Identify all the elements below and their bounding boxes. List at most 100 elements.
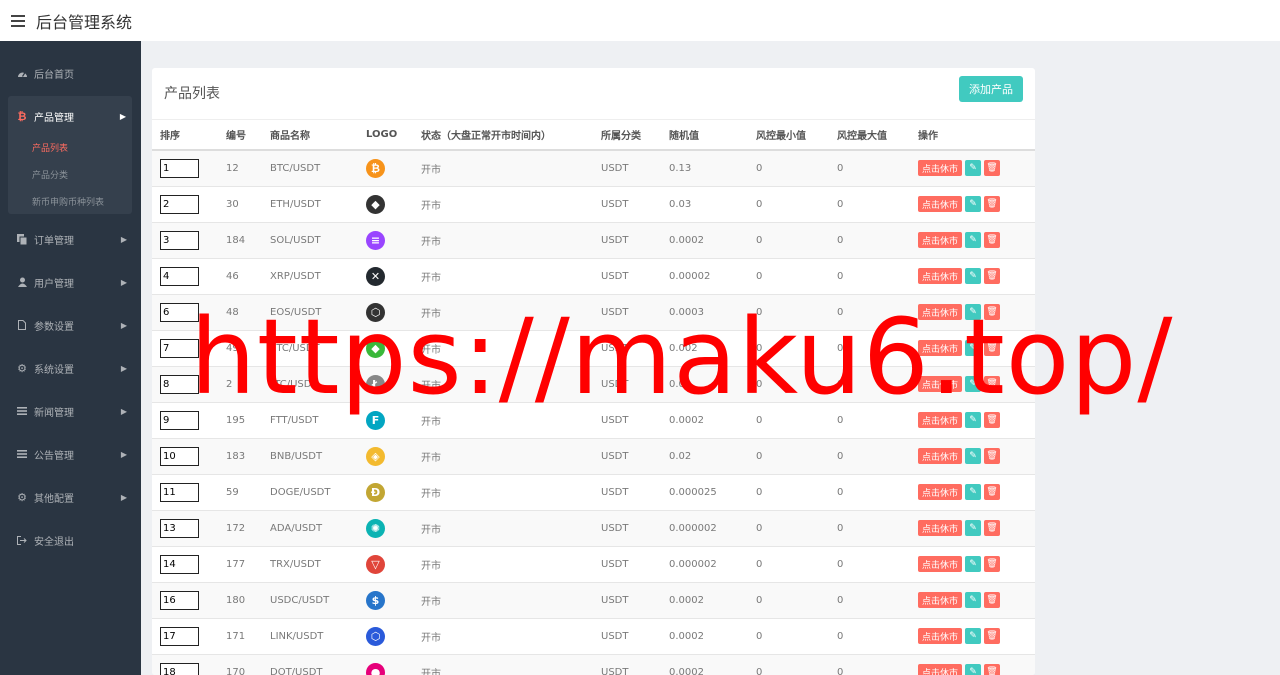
edit-icon[interactable]: ✎ [965,232,982,248]
risk-min-cell: 0 [756,293,837,330]
gear-icon: ⚙ [17,490,27,504]
sidebar-item-label: 订单管理 [34,235,74,247]
sidebar-item-users[interactable]: 用户管理 ▶ [0,267,141,297]
delete-icon[interactable]: 🗑 [984,556,1001,572]
sort-input[interactable] [160,446,199,466]
sidebar-item-logout[interactable]: 安全退出 [0,525,141,555]
delete-icon[interactable]: 🗑 [984,196,1001,212]
menu-toggle-icon[interactable] [11,14,25,27]
delete-icon[interactable]: 🗑 [984,340,1001,356]
delete-icon[interactable]: 🗑 [984,376,1001,392]
close-market-button[interactable]: 点击休市 [918,448,963,464]
sort-input[interactable] [160,554,199,574]
sort-input[interactable] [160,230,199,250]
edit-icon[interactable]: ✎ [965,196,982,212]
risk-min-cell: 0 [756,509,837,546]
name-cell: LINK/USDT [270,617,366,654]
edit-icon[interactable]: ✎ [965,484,982,500]
delete-icon[interactable]: 🗑 [984,160,1001,177]
sidebar-subitem-product-category[interactable]: 产品分类 [32,168,68,181]
sidebar-item-announcements[interactable]: 公告管理 ▶ [0,439,141,469]
edit-icon[interactable]: ✎ [965,592,982,608]
sort-input[interactable] [160,374,199,394]
close-market-button[interactable]: 点击休市 [918,160,963,177]
sidebar-item-products[interactable]: ₿ 产品管理 ▶ [8,101,132,131]
edit-icon[interactable]: ✎ [965,664,982,675]
sidebar-subitem-product-list[interactable]: 产品列表 [32,141,68,154]
close-market-button[interactable]: 点击休市 [918,304,963,320]
close-market-button[interactable]: 点击休市 [918,196,963,212]
edit-icon[interactable]: ✎ [965,628,982,644]
close-market-button[interactable]: 点击休市 [918,376,963,392]
col-header-name: 商品名称 [270,120,366,151]
logo-cell: ✺ [366,509,421,546]
delete-icon[interactable]: 🗑 [984,592,1001,608]
delete-icon[interactable]: 🗑 [984,484,1001,500]
actions-cell: 点击休市 ✎ 🗑 [918,257,1035,294]
close-market-button[interactable]: 点击休市 [918,520,963,536]
delete-icon[interactable]: 🗑 [984,412,1001,428]
category-cell: USDT [601,185,669,222]
delete-icon[interactable]: 🗑 [984,448,1001,464]
sidebar-item-params[interactable]: 参数设置 ▶ [0,310,141,340]
edit-icon[interactable]: ✎ [965,268,982,284]
delete-icon[interactable]: 🗑 [984,628,1001,644]
sort-input[interactable] [160,518,199,538]
edit-icon[interactable]: ✎ [965,340,982,356]
delete-icon[interactable]: 🗑 [984,232,1001,248]
sidebar-item-label: 参数设置 [34,321,74,333]
sidebar-subitem-new-coin-list[interactable]: 新币申购币种列表 [32,195,104,208]
close-market-button[interactable]: 点击休市 [918,268,963,284]
edit-icon[interactable]: ✎ [965,304,982,320]
sort-input[interactable] [160,626,199,646]
sidebar-item-system[interactable]: ⚙ 系统设置 ▶ [0,353,141,383]
sort-input[interactable] [160,338,199,358]
category-cell: USDT [601,329,669,366]
sidebar-item-dashboard[interactable]: 后台首页 [0,58,141,88]
edit-icon[interactable]: ✎ [965,412,982,428]
edit-icon[interactable]: ✎ [965,556,982,572]
edit-icon[interactable]: ✎ [965,520,982,536]
sort-input[interactable] [160,662,199,675]
status-cell: 开市 [421,365,601,402]
product-list-panel: 产品列表 添加产品 排序 编号 商品名称 LOGO 状态（大盘正常开市时间内） … [152,68,1035,675]
sort-input[interactable] [160,482,199,502]
category-cell: USDT [601,365,669,402]
delete-icon[interactable]: 🗑 [984,304,1001,320]
sort-input[interactable] [160,302,199,322]
sort-input[interactable] [160,410,199,430]
sort-input[interactable] [160,194,199,214]
sidebar-item-orders[interactable]: 订单管理 ▶ [0,224,141,254]
edit-icon[interactable]: ✎ [965,160,982,177]
table-row: 180USDC/USDT$开市USDT0.000200点击休市✎🗑 [152,581,1035,618]
id-cell: 48 [226,293,270,330]
close-market-button[interactable]: 点击休市 [918,412,963,428]
close-market-button[interactable]: 点击休市 [918,232,963,248]
close-market-button[interactable]: 点击休市 [918,592,963,608]
id-cell: 2 [226,365,270,402]
name-cell: XRP/USDT [270,257,366,294]
edit-icon[interactable]: ✎ [965,376,982,392]
sidebar-item-label: 安全退出 [34,536,74,548]
logo-cell: F [366,401,421,438]
sort-input[interactable] [160,590,199,610]
close-market-button[interactable]: 点击休市 [918,628,963,644]
delete-icon[interactable]: 🗑 [984,520,1001,536]
close-market-button[interactable]: 点击休市 [918,484,963,500]
edit-icon[interactable]: ✎ [965,448,982,464]
sidebar-item-news[interactable]: 新闻管理 ▶ [0,396,141,426]
sidebar-item-other-config[interactable]: ⚙ 其他配置 ▶ [0,482,141,512]
add-product-button[interactable]: 添加产品 [959,76,1023,102]
sort-input[interactable] [160,266,199,286]
close-market-button[interactable]: 点击休市 [918,340,963,356]
random-cell: 0.000025 [669,473,756,510]
sort-cell [152,509,226,546]
delete-icon[interactable]: 🗑 [984,664,1001,675]
delete-icon[interactable]: 🗑 [984,268,1001,284]
sort-input[interactable] [160,158,199,178]
id-cell: 177 [226,545,270,582]
random-cell: 0.000002 [669,545,756,582]
table-row: 170DOT/USDT●开市USDT0.000200点击休市✎🗑 [152,653,1035,675]
close-market-button[interactable]: 点击休市 [918,664,963,675]
close-market-button[interactable]: 点击休市 [918,556,963,572]
